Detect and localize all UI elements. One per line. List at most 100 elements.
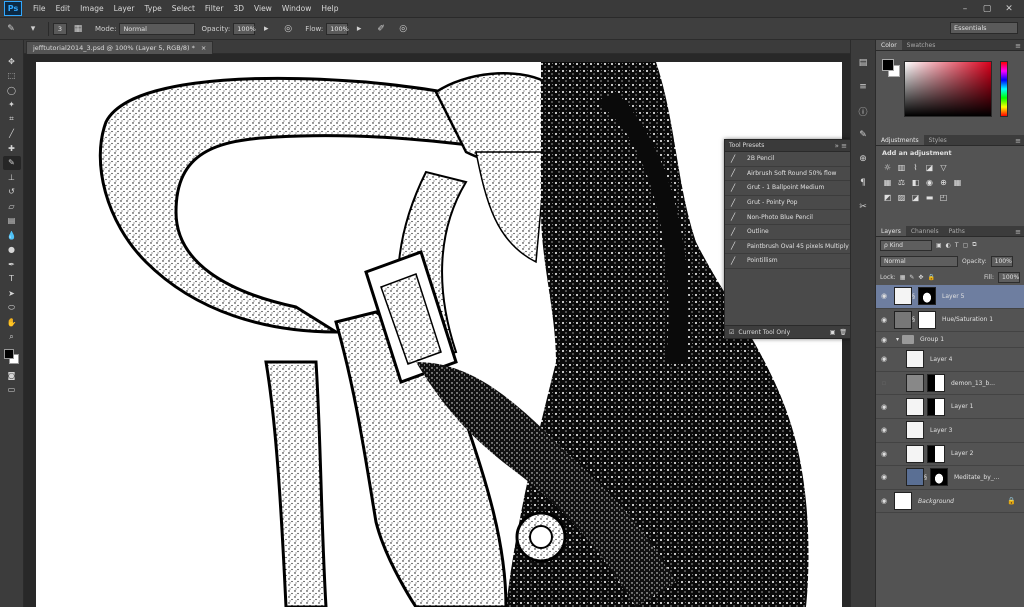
- gradient-tool-icon[interactable]: ▤: [3, 214, 21, 229]
- layer-mask-thumbnail[interactable]: [927, 444, 945, 463]
- layer-row[interactable]: ◉ § Hue/Saturation 1: [876, 309, 1024, 333]
- channel-mixer-icon[interactable]: ⊕: [938, 177, 949, 188]
- preset-item[interactable]: ╱ Non-Photo Blue Pencil: [725, 210, 851, 225]
- info-icon[interactable]: ⓘ: [854, 102, 872, 120]
- paragraph-icon[interactable]: ¶: [854, 174, 872, 192]
- filter-shape-icon[interactable]: ▢: [963, 242, 969, 249]
- layer-name[interactable]: Background: [918, 498, 954, 505]
- tab-styles[interactable]: Styles: [924, 135, 952, 145]
- eye-hidden-icon[interactable]: ▫: [876, 379, 892, 387]
- curves-icon[interactable]: ⌇: [910, 162, 921, 173]
- chain-icon[interactable]: §: [912, 293, 915, 300]
- panel-menu-icon[interactable]: ≡: [1015, 228, 1024, 236]
- menu-select[interactable]: Select: [167, 4, 200, 13]
- color-swatches[interactable]: [3, 348, 21, 368]
- black-white-icon[interactable]: ◧: [910, 177, 921, 188]
- menu-window[interactable]: Window: [277, 4, 317, 13]
- layer-group-row[interactable]: ◉ ▾ Group 1: [876, 332, 1024, 349]
- color-picker-field[interactable]: [904, 61, 992, 117]
- layer-mask-thumbnail[interactable]: [927, 374, 945, 393]
- eye-icon[interactable]: ◉: [876, 336, 892, 344]
- preset-item[interactable]: ╱ 2B Pencil: [725, 152, 851, 167]
- eye-icon[interactable]: ◉: [876, 473, 892, 481]
- layer-name[interactable]: Layer 1: [951, 403, 973, 410]
- dropdown-arrow-icon[interactable]: ▸: [259, 22, 273, 36]
- shape-tool-icon[interactable]: ⬭: [3, 301, 21, 316]
- lock-all-icon[interactable]: 🔒: [927, 274, 934, 281]
- layer-mask-thumbnail[interactable]: [930, 468, 948, 487]
- eye-icon[interactable]: ◉: [876, 450, 892, 458]
- menu-filter[interactable]: Filter: [200, 4, 229, 13]
- maximize-button[interactable]: ▢: [976, 2, 998, 16]
- layer-row[interactable]: ◉ § Layer 5: [876, 285, 1024, 309]
- preset-item[interactable]: ╱ Airbrush Soft Round 50% flow: [725, 167, 851, 182]
- layer-opacity-field[interactable]: 100%: [990, 255, 1013, 267]
- airbrush-icon[interactable]: ✐: [374, 22, 388, 36]
- brush-tool-icon[interactable]: ✎: [2, 155, 21, 170]
- preset-item[interactable]: ╱ Grut - 1 Ballpoint Medium: [725, 181, 851, 196]
- threshold-icon[interactable]: ◪: [910, 192, 921, 203]
- close-tab-icon[interactable]: ×: [201, 44, 206, 52]
- layer-name[interactable]: demon_13_b...: [951, 380, 995, 387]
- filter-smart-icon[interactable]: ⧉: [972, 241, 976, 249]
- layer-row[interactable]: ◉ Background 🔒: [876, 490, 1024, 514]
- dropdown-arrow-icon[interactable]: ▸: [352, 22, 366, 36]
- eye-icon[interactable]: ◉: [876, 355, 892, 363]
- hue-saturation-icon[interactable]: ▦: [882, 177, 893, 188]
- brush-tool-icon[interactable]: ✎: [4, 22, 18, 36]
- eye-icon[interactable]: ◉: [876, 292, 892, 300]
- crop-tool-icon[interactable]: ⌗: [3, 112, 21, 127]
- layer-name[interactable]: Layer 5: [942, 293, 964, 300]
- layer-mask-thumbnail[interactable]: [918, 287, 936, 306]
- history-icon[interactable]: ▤: [854, 54, 872, 72]
- close-window-button[interactable]: ✕: [998, 2, 1020, 16]
- layer-row[interactable]: ◉ Layer 1: [876, 395, 1024, 419]
- posterize-icon[interactable]: ▨: [896, 192, 907, 203]
- tab-swatches[interactable]: Swatches: [902, 40, 941, 50]
- eye-icon[interactable]: ◉: [876, 316, 892, 324]
- invert-icon[interactable]: ◩: [882, 192, 893, 203]
- pressure-opacity-icon[interactable]: ◎: [281, 22, 295, 36]
- brush-panel-icon[interactable]: ▦: [71, 22, 85, 36]
- filter-pixel-icon[interactable]: ▣: [936, 242, 942, 249]
- panel-menu-icon[interactable]: ≡: [1015, 137, 1024, 145]
- mode-select[interactable]: Normal: [119, 22, 196, 35]
- vibrance-icon[interactable]: ▽: [938, 162, 949, 173]
- new-preset-icon[interactable]: ▣: [830, 329, 836, 336]
- chain-icon[interactable]: §: [924, 474, 927, 481]
- filter-type-icon[interactable]: T: [955, 242, 959, 249]
- healing-brush-tool-icon[interactable]: ✚: [3, 141, 21, 156]
- gradient-map-icon[interactable]: ▬: [924, 192, 935, 203]
- eyedropper-tool-icon[interactable]: ╱: [3, 127, 21, 142]
- layer-row[interactable]: ▫ demon_13_b...: [876, 372, 1024, 396]
- color-lookup-icon[interactable]: ▦: [952, 177, 963, 188]
- layer-fill-field[interactable]: 100%: [998, 271, 1020, 283]
- tab-adjustments[interactable]: Adjustments: [876, 135, 924, 145]
- menu-help[interactable]: Help: [316, 4, 343, 13]
- foreground-color-swatch[interactable]: [3, 349, 14, 359]
- tab-paths[interactable]: Paths: [944, 226, 970, 236]
- screen-mode-icon[interactable]: ▭: [3, 383, 21, 398]
- magic-wand-tool-icon[interactable]: ✦: [3, 98, 21, 113]
- preset-item[interactable]: ╱ Paintbrush Oval 45 pixels Multiply: [725, 240, 851, 255]
- menu-edit[interactable]: Edit: [51, 4, 76, 13]
- blend-mode-select[interactable]: Normal: [880, 255, 958, 267]
- move-tool-icon[interactable]: ✥: [3, 54, 21, 69]
- menu-view[interactable]: View: [249, 4, 277, 13]
- eraser-tool-icon[interactable]: ▱: [3, 199, 21, 214]
- lock-transparent-icon[interactable]: ▦: [900, 274, 906, 281]
- layer-row[interactable]: ◉ Layer 3: [876, 419, 1024, 443]
- clone-stamp-tool-icon[interactable]: ⊥: [3, 170, 21, 185]
- layer-name[interactable]: Group 1: [920, 336, 944, 343]
- workspace-select[interactable]: Essentials: [950, 22, 1018, 34]
- layer-name[interactable]: Layer 2: [951, 450, 973, 457]
- layer-row[interactable]: ◉ Layer 2: [876, 443, 1024, 467]
- document-canvas[interactable]: [36, 62, 842, 607]
- layer-mask-thumbnail[interactable]: [927, 397, 945, 416]
- levels-icon[interactable]: ▥: [896, 162, 907, 173]
- marquee-tool-icon[interactable]: ⬚: [3, 69, 21, 84]
- pen-tool-icon[interactable]: ✒: [3, 257, 21, 272]
- minimize-button[interactable]: –: [954, 2, 976, 16]
- layer-name[interactable]: Layer 3: [930, 427, 952, 434]
- type-tool-icon[interactable]: T: [3, 272, 21, 287]
